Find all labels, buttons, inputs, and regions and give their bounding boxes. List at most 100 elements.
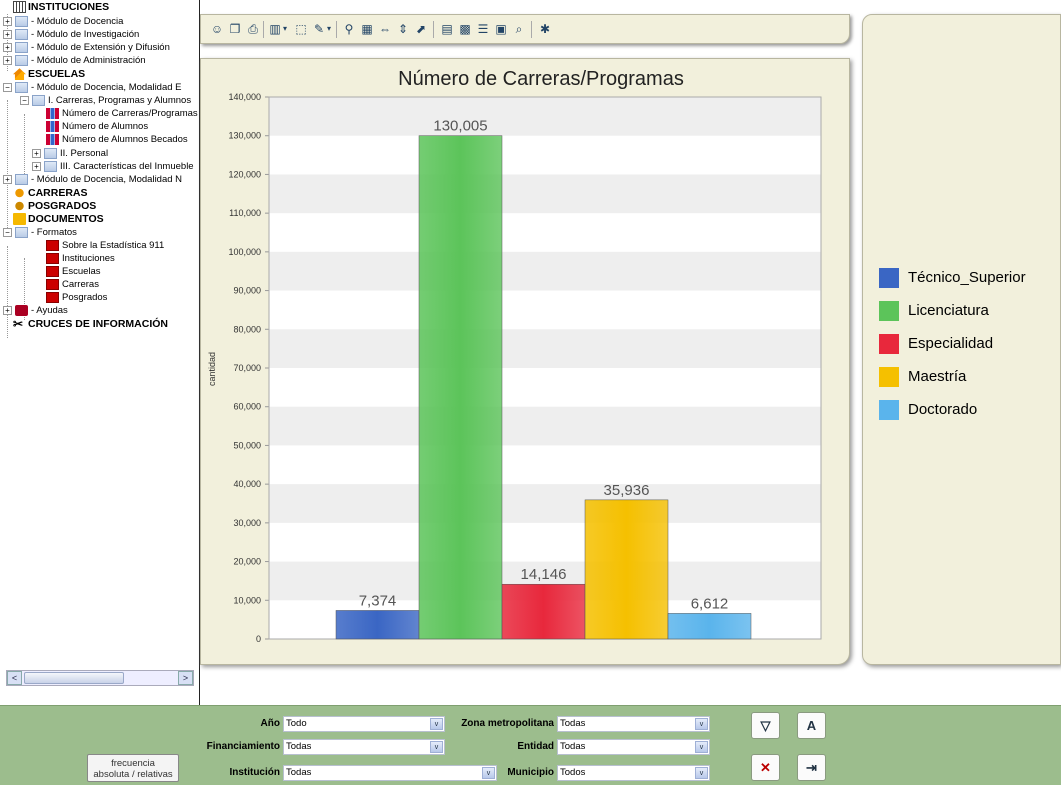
collapse-icon[interactable]: − — [3, 82, 12, 92]
tree-item-carreras-programas[interactable]: − I. Carreras, Programas y Alumnos — [20, 94, 191, 107]
tree-item-formatos[interactable]: − - Formatos — [3, 226, 77, 239]
legend-item-especialidad: Especialidad — [879, 334, 993, 354]
print-icon[interactable]: ⎙ — [245, 21, 261, 37]
page-icon — [15, 15, 28, 27]
dropdown-icon[interactable]: ▾ — [281, 21, 289, 37]
y-tick-label: 100,000 — [228, 247, 261, 257]
tree-item-inmueble[interactable]: + III. Características del Inmueble — [32, 160, 194, 173]
copy-icon[interactable]: ❐ — [227, 21, 243, 37]
institucion-select[interactable]: Todas v — [283, 765, 497, 781]
tree-documentos[interactable]: DOCUMENTOS — [13, 213, 104, 226]
scroll-thumb[interactable] — [24, 672, 124, 684]
zona-metropolitana-select[interactable]: Todas v — [557, 716, 710, 732]
tree-item-extension[interactable]: + - Módulo de Extensión y Difusión — [3, 41, 170, 54]
exit-button[interactable]: ⇥ — [797, 754, 826, 781]
chevron-down-icon[interactable]: v — [695, 741, 708, 753]
grid-icon[interactable]: ▦ — [359, 21, 375, 37]
expand-icon[interactable]: + — [3, 174, 12, 184]
preview-icon[interactable]: ⌕ — [511, 21, 527, 37]
font-button[interactable]: A — [797, 712, 826, 739]
chart-edit-icon[interactable]: ▤ — [439, 21, 455, 37]
apply-filter-button[interactable]: ▽ — [751, 712, 780, 739]
scroll-right-button[interactable]: > — [178, 671, 193, 685]
tree-item-docencia[interactable]: + - Módulo de Docencia — [3, 15, 123, 28]
table-icon[interactable]: ☰ — [475, 21, 491, 37]
select-icon[interactable]: ⬚ — [293, 21, 309, 37]
dropdown-icon[interactable]: ▾ — [325, 21, 333, 37]
expand-icon[interactable]: + — [3, 29, 12, 39]
y-tick-label: 120,000 — [228, 169, 261, 179]
y-tick-label: 90,000 — [233, 286, 261, 296]
tree-cruces[interactable]: ✂ CRUCES DE INFORMACIÓN — [13, 318, 168, 331]
expand-icon[interactable]: + — [3, 42, 12, 52]
tree-instituciones[interactable]: INSTITUCIONES — [13, 1, 109, 14]
y-tick-label: 10,000 — [233, 595, 261, 605]
chevron-down-icon[interactable]: v — [695, 767, 708, 779]
y-tick-label: 80,000 — [233, 324, 261, 334]
tree-item-docencia-modalidad-n[interactable]: + - Módulo de Docencia, Modalidad N — [3, 173, 182, 186]
anio-select[interactable]: Todo v — [283, 716, 445, 732]
grid-band — [269, 329, 821, 368]
tree-pdf-posgrados[interactable]: Posgrados — [46, 291, 107, 304]
pdf-icon — [46, 265, 59, 277]
tree-escuelas[interactable]: ESCUELAS — [13, 68, 85, 81]
horizontal-scrollbar[interactable]: < > — [6, 670, 194, 686]
expand-icon[interactable]: + — [3, 16, 12, 26]
y-tick-label: 40,000 — [233, 479, 261, 489]
chevron-down-icon[interactable]: v — [430, 741, 443, 753]
tree-pdf-estadistica[interactable]: Sobre la Estadística 911 — [46, 239, 164, 252]
tree-posgrados[interactable]: POSGRADOS — [13, 200, 96, 213]
tree-item-docencia-modalidad-e[interactable]: − - Módulo de Docencia, Modalidad E — [3, 81, 182, 94]
y-tick-label: 60,000 — [233, 402, 261, 412]
financiamiento-label: Financiamiento — [206, 741, 280, 752]
tree-pdf-escuelas[interactable]: Escuelas — [46, 265, 101, 278]
clear-filter-button[interactable]: ✕ — [751, 754, 780, 781]
tree-item-ayudas[interactable]: + - Ayudas — [3, 304, 68, 317]
municipio-select[interactable]: Todos v — [557, 765, 710, 781]
expand-icon[interactable]: + — [3, 305, 12, 315]
data-labels-icon[interactable]: ▩ — [457, 21, 473, 37]
financiamiento-select[interactable]: Todas v — [283, 739, 445, 755]
page-icon — [15, 226, 28, 238]
bar-doctorado — [667, 613, 752, 640]
entidad-select[interactable]: Todas v — [557, 739, 710, 755]
award-icon — [13, 200, 26, 213]
page-icon — [44, 160, 57, 172]
legend-icon[interactable]: ▣ — [493, 21, 509, 37]
wizard-icon[interactable]: ✱ — [537, 21, 553, 37]
expand-icon[interactable]: + — [32, 148, 41, 158]
chart-icon — [46, 120, 59, 132]
people-icon[interactable]: ☺ — [209, 21, 225, 37]
move-horizontal-icon[interactable]: ⇔ — [377, 21, 393, 37]
zoom-icon[interactable]: ⚲ — [341, 21, 357, 37]
tree-carreras[interactable]: CARRERAS — [13, 187, 88, 200]
entidad-label: Entidad — [517, 741, 554, 752]
filter-bar: Año Todo v Financiamiento Todas v Instituc… — [0, 705, 1061, 785]
expand-icon[interactable]: + — [32, 161, 41, 171]
tree-pdf-instituciones[interactable]: Instituciones — [46, 252, 115, 265]
y-tick-label: 70,000 — [233, 363, 261, 373]
expand-icon[interactable]: + — [3, 55, 12, 65]
frequency-toggle-button[interactable]: frecuencia absoluta / relativas — [87, 754, 179, 782]
move-vertical-icon[interactable]: ⇕ — [395, 21, 411, 37]
y-tick-label: 20,000 — [233, 557, 261, 567]
award-icon — [13, 187, 26, 200]
tree-item-personal[interactable]: + II. Personal — [32, 147, 108, 160]
tree-item-investigacion[interactable]: + - Módulo de Investigación — [3, 28, 139, 41]
page-icon — [15, 28, 28, 40]
cross-tools-icon: ✂ — [13, 317, 24, 332]
export-icon[interactable]: ⬈ — [413, 21, 429, 37]
tree-report-alumnos[interactable]: Número de Alumnos — [46, 120, 148, 133]
tree-pdf-carreras[interactable]: Carreras — [46, 278, 99, 291]
collapse-icon[interactable]: − — [3, 227, 12, 237]
legend-item-doctorado: Doctorado — [879, 400, 977, 420]
tree-report-carreras[interactable]: Número de Carreras/Programas — [46, 107, 198, 120]
scroll-left-button[interactable]: < — [7, 671, 22, 685]
legend-swatch — [879, 268, 899, 288]
tree-item-administracion[interactable]: + - Módulo de Administración — [3, 54, 146, 67]
folder-icon — [13, 213, 26, 226]
collapse-icon[interactable]: − — [20, 95, 29, 105]
tree-report-becados[interactable]: Número de Alumnos Becados — [46, 133, 188, 146]
navigation-tree: INSTITUCIONES + - Módulo de Docencia + - M… — [0, 0, 200, 705]
chevron-down-icon[interactable]: v — [695, 718, 708, 730]
